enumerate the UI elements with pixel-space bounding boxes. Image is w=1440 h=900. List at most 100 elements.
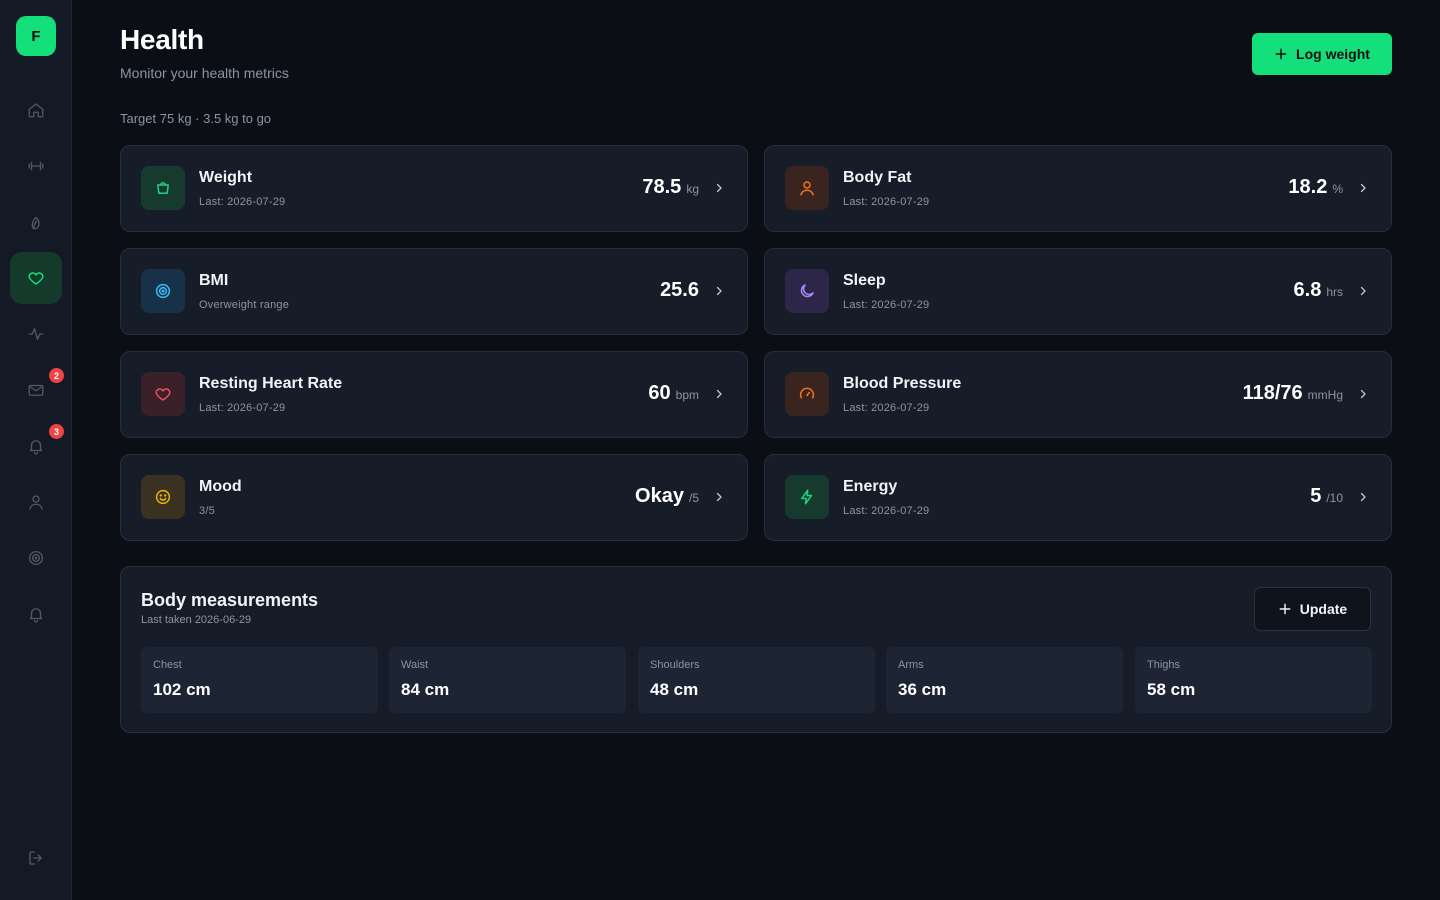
metric-value-group: 25.6	[660, 279, 699, 302]
chevron-right-icon	[716, 389, 722, 399]
metric-subtext: Last: 2026-07-29	[843, 402, 930, 414]
logout-button[interactable]	[10, 832, 62, 884]
measurement-label: Shoulders	[650, 659, 700, 671]
sidebar-item-health[interactable]	[10, 252, 62, 304]
messages-badge: 2	[49, 368, 64, 383]
metric-value: Okay	[635, 485, 684, 507]
metric-icon-box	[141, 372, 185, 416]
metric-subtext: Last: 2026-07-29	[199, 402, 286, 414]
metric-subtext: Overweight range	[199, 299, 290, 311]
metric-value-group: Okay /5	[635, 485, 699, 508]
gauge-icon	[799, 387, 815, 399]
metric-name: Weight	[199, 169, 253, 186]
metric-unit: /5	[688, 491, 699, 505]
metric-subtext: Last: 2026-07-29	[199, 196, 286, 208]
metric-value: 18.2	[1288, 176, 1328, 198]
chevron-right-icon	[716, 492, 722, 502]
metric-unit: mmHg	[1307, 388, 1343, 402]
metric-value: 118/76	[1242, 382, 1303, 404]
metric-card-mood[interactable]: Mood 3/5 Okay /5	[120, 454, 748, 541]
home-icon	[28, 103, 44, 118]
measurement-value: 58 cm	[1147, 680, 1196, 699]
chevron-right-icon	[716, 183, 722, 193]
heart-icon	[155, 388, 171, 401]
metric-subtext: Last: 2026-07-29	[843, 299, 930, 311]
metric-subtext: Last: 2026-07-29	[843, 196, 930, 208]
measurement-shoulders: Shoulders 48 cm	[638, 647, 875, 713]
sidebar-item-notifications[interactable]: 3	[10, 420, 64, 472]
metric-value: 5	[1310, 485, 1322, 507]
metric-card-blood-pressure[interactable]: Blood Pressure Last: 2026-07-29 118/76 m…	[764, 351, 1392, 438]
measurements-title: Body measurements	[141, 590, 319, 610]
sidebar-item-goals[interactable]	[10, 532, 62, 584]
sidebar-item-activity[interactable]	[10, 308, 62, 360]
metric-unit: kg	[686, 182, 699, 196]
metric-name: Blood Pressure	[843, 375, 962, 392]
bell-icon	[29, 608, 43, 623]
mail-icon	[28, 384, 44, 396]
measurement-label: Arms	[898, 659, 924, 671]
measurement-chest: Chest 102 cm	[141, 647, 378, 713]
update-measurements-button[interactable]: Update	[1254, 587, 1371, 631]
sidebar-item-workouts[interactable]	[10, 140, 62, 192]
target-progress-text: Target 75 kg · 3.5 kg to go	[120, 111, 272, 126]
notifications-badge: 3	[49, 424, 64, 439]
metric-unit: /10	[1326, 491, 1343, 505]
metric-value: 60	[648, 382, 671, 404]
metric-name: Sleep	[843, 272, 886, 289]
metric-card-bmi[interactable]: BMI Overweight range 25.6	[120, 248, 748, 335]
metric-name: BMI	[199, 272, 229, 289]
scale-icon	[157, 182, 169, 194]
measurement-value: 84 cm	[401, 680, 450, 699]
measurement-arms: Arms 36 cm	[886, 647, 1123, 713]
app-logo[interactable]: F	[16, 16, 56, 56]
metric-icon-box	[785, 166, 829, 210]
body-measurements-panel: Body measurements Last taken 2026-06-29 …	[120, 566, 1392, 733]
metric-card-weight[interactable]: Weight Last: 2026-07-29 78.5 kg	[120, 145, 748, 232]
metric-value: 6.8	[1293, 279, 1322, 301]
moon-icon	[800, 284, 814, 298]
metric-subtext: 3/5	[199, 505, 215, 517]
metric-icon-box	[785, 475, 829, 519]
metric-card-energy[interactable]: Energy Last: 2026-07-29 5 /10	[764, 454, 1392, 541]
log-weight-button[interactable]: Log weight	[1252, 33, 1392, 75]
target-icon	[28, 550, 44, 566]
log-weight-label: Log weight	[1296, 46, 1370, 62]
sidebar-item-messages[interactable]: 2	[10, 364, 64, 416]
metric-name: Energy	[843, 478, 898, 495]
measurement-label: Chest	[153, 659, 182, 671]
metric-card-sleep[interactable]: Sleep Last: 2026-07-29 6.8 hrs	[764, 248, 1392, 335]
target-icon	[155, 283, 171, 299]
chevron-right-icon	[1360, 286, 1366, 296]
metric-name: Body Fat	[843, 169, 912, 186]
metric-value-group: 118/76 mmHg	[1243, 382, 1343, 405]
sidebar-item-profile[interactable]	[10, 476, 62, 528]
leaf-icon	[31, 216, 40, 230]
metric-unit: bpm	[675, 388, 699, 402]
plus-icon	[1279, 603, 1291, 615]
measurement-thighs: Thighs 58 cm	[1135, 647, 1372, 713]
metric-unit: hrs	[1326, 285, 1343, 299]
page-subtitle: Monitor your health metrics	[120, 65, 289, 81]
metric-value: 25.6	[660, 279, 699, 301]
metric-value-group: 6.8 hrs	[1294, 279, 1343, 302]
sidebar-item-home[interactable]	[10, 84, 62, 136]
metric-icon-box	[785, 372, 829, 416]
chevron-right-icon	[1360, 389, 1366, 399]
metric-icon-box	[141, 475, 185, 519]
metric-name: Mood	[199, 478, 242, 495]
chevron-right-icon	[1360, 492, 1366, 502]
metric-card-body-fat[interactable]: Body Fat Last: 2026-07-29 18.2 %	[764, 145, 1392, 232]
metric-card-resting-heart-rate[interactable]: Resting Heart Rate Last: 2026-07-29 60 b…	[120, 351, 748, 438]
smile-icon	[155, 489, 171, 505]
metric-value-group: 18.2 %	[1288, 176, 1343, 199]
heart-icon	[28, 272, 44, 285]
update-label: Update	[1299, 601, 1348, 617]
user-icon	[800, 181, 814, 196]
metric-name: Resting Heart Rate	[199, 375, 343, 392]
plus-icon	[1275, 48, 1287, 60]
measurements-subtitle: Last taken 2026-06-29	[141, 614, 252, 626]
sidebar-item-reminders[interactable]	[10, 588, 62, 640]
sidebar-item-nutrition[interactable]	[10, 196, 62, 248]
bolt-icon	[801, 489, 813, 505]
